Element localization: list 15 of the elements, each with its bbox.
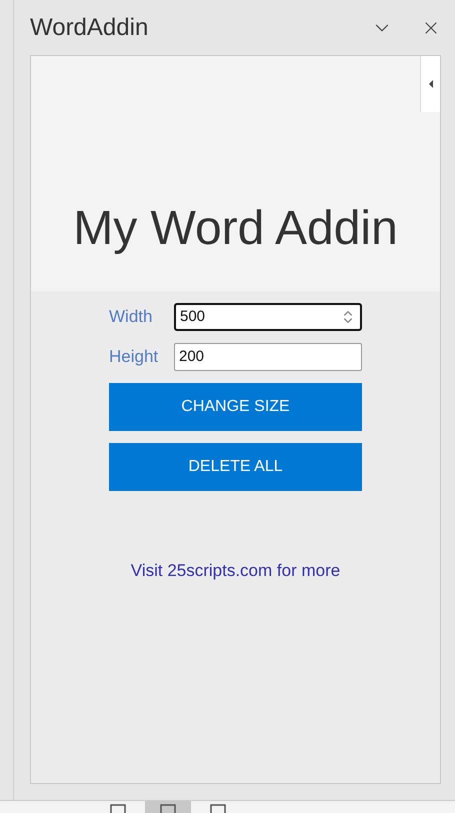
- hero-heading: My Word Addin: [73, 205, 398, 253]
- number-field[interactable]: 200: [174, 343, 362, 371]
- action-button[interactable]: DELETE ALL: [109, 443, 362, 491]
- view-button[interactable]: [145, 801, 191, 813]
- caret-icon: [428, 80, 432, 88]
- page-icon: [110, 804, 126, 813]
- page-icon: [160, 804, 176, 813]
- side-toggle-button[interactable]: [420, 56, 440, 112]
- field-label: Height: [109, 346, 160, 368]
- website-link[interactable]: Visit 25scripts.com for more: [130, 558, 340, 584]
- number-field[interactable]: 500: [174, 303, 362, 331]
- page-icon: [210, 804, 226, 813]
- pane-title: WordAddin: [30, 12, 150, 42]
- action-button[interactable]: CHANGE SIZE: [109, 383, 362, 431]
- field-label: Width: [109, 306, 154, 328]
